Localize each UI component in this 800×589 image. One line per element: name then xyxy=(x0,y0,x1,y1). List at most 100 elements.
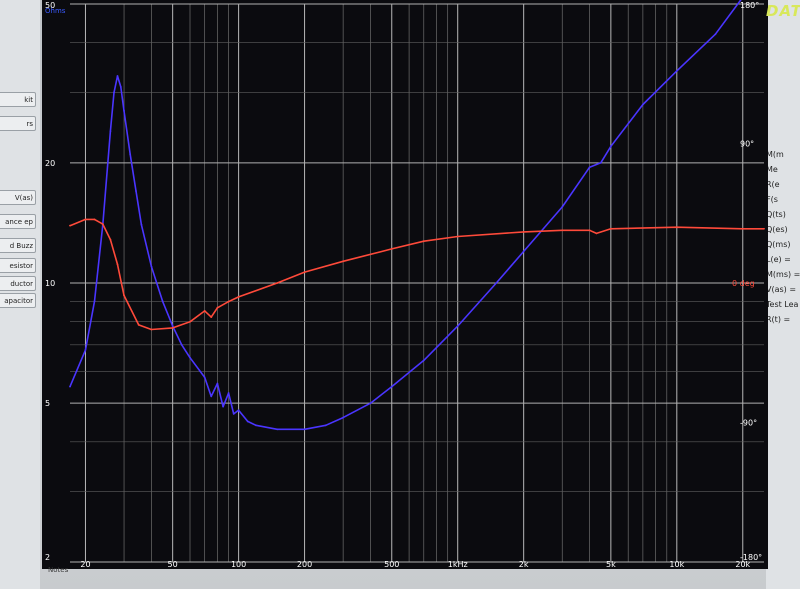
impedance-point xyxy=(123,109,125,112)
right-axis-tick-label: 0 deg xyxy=(732,279,755,288)
phase-point xyxy=(595,232,598,235)
side-button-0[interactable]: kit xyxy=(0,92,36,107)
phase-point xyxy=(101,223,104,226)
dats-logo: DATS xyxy=(766,2,800,20)
impedance-point xyxy=(109,130,112,133)
phase-point xyxy=(116,263,119,266)
phase-point xyxy=(210,316,213,318)
left-axis-title: Ohms xyxy=(45,7,66,15)
param-field-3[interactable]: F(s xyxy=(766,193,800,206)
phase-point xyxy=(422,240,425,243)
param-field-11[interactable]: R(t) = xyxy=(766,313,800,326)
left-axis-tick-label: 5 xyxy=(45,399,50,408)
param-field-7[interactable]: L(e) = xyxy=(766,253,800,266)
impedance-point xyxy=(203,376,206,379)
x-tick-label: 10k xyxy=(669,560,684,569)
impedance-point xyxy=(456,325,459,327)
right-parameter-panel: M(m Me R(e F(s Q(ts) Q(es) Q(ms) L(e) = M(ms) = V… xyxy=(766,0,800,589)
impedance-point xyxy=(342,416,345,419)
x-tick-label: 5k xyxy=(606,560,616,569)
param-field-0[interactable]: M(m xyxy=(766,148,800,161)
impedance-point xyxy=(171,325,174,327)
right-axis-tick-label: -180° xyxy=(740,553,762,562)
param-field-4[interactable]: Q(ts) xyxy=(766,208,800,221)
side-button-3[interactable]: ance ep xyxy=(0,214,36,229)
side-button-1[interactable]: rs xyxy=(0,116,36,131)
impedance-point xyxy=(119,85,122,88)
impedance-point xyxy=(561,206,564,208)
impedance-point xyxy=(232,412,235,415)
impedance-point xyxy=(216,382,219,385)
phase-point xyxy=(763,227,765,230)
impedance-point xyxy=(246,420,249,423)
phase-point xyxy=(137,323,140,326)
impedance-point xyxy=(129,153,132,156)
phase-point xyxy=(741,227,744,230)
param-field-10[interactable]: Test Lea xyxy=(766,298,800,311)
impedance-point xyxy=(255,424,257,427)
impedance-point xyxy=(276,428,279,431)
impedance-point xyxy=(150,265,153,268)
param-field-1[interactable]: Me xyxy=(766,163,800,176)
impedance-point xyxy=(675,69,678,72)
phase-point xyxy=(84,218,87,221)
right-axis-tick-label: -90° xyxy=(740,419,757,428)
phase-point xyxy=(390,248,393,250)
phase-point xyxy=(123,294,125,297)
impedance-point xyxy=(210,395,213,398)
x-tick-label: 1kHz xyxy=(448,560,468,569)
impedance-point xyxy=(588,166,591,169)
impedance-chart: 20 50 100 200 500 1kHz 2k 5k 10k 20k50201052Ohms1… xyxy=(42,0,768,569)
impedance-point xyxy=(135,190,137,192)
param-field-8[interactable]: M(ms) = xyxy=(766,268,800,281)
phase-point xyxy=(171,327,174,329)
notes-label: Notes xyxy=(48,566,69,574)
impedance-point xyxy=(599,161,602,164)
phase-point xyxy=(588,229,591,232)
phase-point xyxy=(342,260,345,263)
impedance-point xyxy=(609,145,612,148)
impedance-point xyxy=(324,424,327,427)
impedance-point xyxy=(69,385,71,388)
phase-point xyxy=(216,306,219,309)
left-control-panel: kit rs V(as) ance ep d Buzz esistor ductor apac… xyxy=(0,0,40,589)
side-button-7[interactable]: apacitor xyxy=(0,293,36,308)
impedance-point xyxy=(237,409,240,412)
x-tick-label: 20 xyxy=(80,560,90,569)
impedance-point xyxy=(222,405,225,408)
phase-point xyxy=(150,328,153,331)
impedance-point xyxy=(116,75,119,77)
impedance-point xyxy=(180,343,183,346)
monitor-screen: kit rs V(as) ance ep d Buzz esistor ductor apac… xyxy=(0,0,800,589)
impedance-point xyxy=(227,392,230,394)
right-axis-tick-label: 90° xyxy=(740,140,754,149)
param-field-6[interactable]: Q(ms) xyxy=(766,238,800,251)
impedance-point xyxy=(522,250,525,253)
x-tick-label: 2k xyxy=(519,560,529,569)
impedance-point xyxy=(84,348,87,351)
impedance-point xyxy=(390,385,393,388)
side-button-5[interactable]: esistor xyxy=(0,258,36,273)
param-field-2[interactable]: R(e xyxy=(766,178,800,191)
param-field-5[interactable]: Q(es) xyxy=(766,223,800,236)
phase-point xyxy=(203,310,206,312)
impedance-point xyxy=(422,359,425,362)
impedance-point xyxy=(93,300,96,303)
phase-point xyxy=(561,229,564,232)
impedance-point xyxy=(161,300,164,303)
phase-point xyxy=(93,218,96,221)
x-tick-label: 50 xyxy=(168,560,178,569)
phase-point xyxy=(609,227,612,230)
left-axis-tick-label: 10 xyxy=(45,279,55,288)
impedance-point xyxy=(113,91,115,94)
param-field-9[interactable]: V(as) = xyxy=(766,283,800,296)
left-axis-tick-label: 2 xyxy=(45,553,50,562)
side-button-2[interactable]: V(as) xyxy=(0,190,36,205)
side-button-6[interactable]: ductor xyxy=(0,276,36,291)
phase-point xyxy=(303,271,306,274)
impedance-point xyxy=(714,33,717,36)
phase-point xyxy=(276,282,279,284)
side-button-4[interactable]: d Buzz xyxy=(0,238,36,253)
phase-point xyxy=(69,224,71,227)
impedance-point xyxy=(495,282,498,284)
